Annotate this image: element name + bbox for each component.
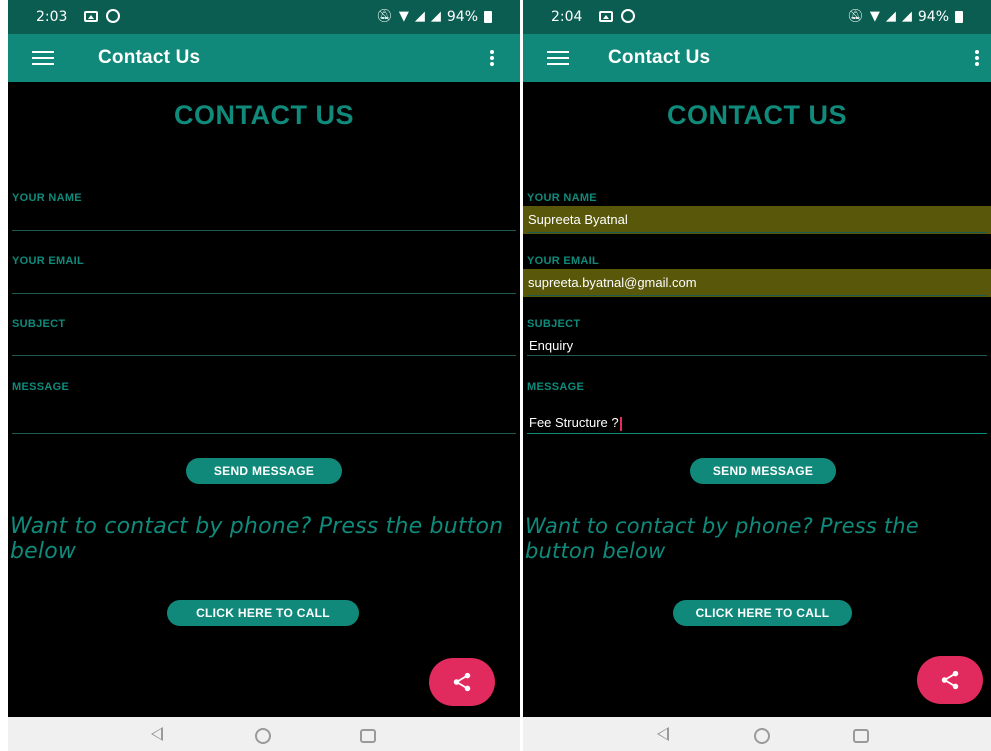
message-label: MESSAGE: [527, 381, 585, 393]
subject-label: SUBJECT: [527, 318, 581, 330]
subject-underline: [527, 355, 987, 356]
home-icon[interactable]: [255, 728, 271, 744]
app-bar: Contact Us: [8, 34, 520, 82]
back-icon[interactable]: [151, 727, 163, 741]
name-underline: [12, 230, 516, 231]
wifi-icon: ▼: [869, 9, 880, 24]
send-message-button[interactable]: SEND MESSAGE: [690, 458, 836, 484]
name-label: YOUR NAME: [527, 192, 597, 204]
subject-underline: [12, 355, 516, 356]
phone-contact-prompt: Want to contact by phone? Press the butt…: [10, 514, 504, 564]
name-underline: [527, 232, 987, 233]
navigation-bar: [523, 717, 991, 751]
email-underline: [527, 295, 987, 296]
battery-level: 94%: [446, 9, 478, 25]
status-time: 2:04: [551, 9, 583, 25]
image-icon: [599, 10, 613, 22]
app-bar-title: Contact Us: [608, 47, 711, 68]
battery-level: 94%: [917, 9, 949, 25]
email-label: YOUR EMAIL: [527, 255, 600, 267]
share-icon: [453, 672, 471, 692]
battery-icon: [955, 11, 963, 23]
overflow-menu-icon[interactable]: [490, 50, 494, 66]
phone-screen-left: 2:03 🔕︎ ▼ ◢ ◢ 94% Contact Us CONTACT US …: [8, 0, 520, 751]
email-underline: [12, 293, 516, 294]
recents-icon[interactable]: [360, 729, 376, 743]
menu-icon[interactable]: [547, 51, 569, 65]
share-icon: [941, 670, 959, 690]
page-heading: CONTACT US: [667, 100, 847, 130]
status-bar: 2:04 🔕︎ ▼ ◢ ◢ 94%: [523, 0, 991, 34]
name-input[interactable]: Supreeta Byatnal: [523, 206, 991, 234]
back-icon[interactable]: [657, 727, 669, 741]
status-time: 2:03: [36, 9, 68, 25]
app-bar: Contact Us: [523, 34, 991, 82]
phone-screen-right: 2:04 🔕︎ ▼ ◢ ◢ 94% Contact Us CONTACT US …: [523, 0, 991, 751]
share-fab-button[interactable]: [429, 658, 495, 706]
message-underline: [527, 433, 987, 434]
overflow-menu-icon[interactable]: [975, 50, 979, 66]
share-fab-button[interactable]: [917, 656, 983, 704]
message-underline: [12, 433, 516, 434]
image-icon: [84, 10, 98, 22]
mute-icon: 🔕︎: [847, 9, 864, 24]
email-label: YOUR EMAIL: [12, 255, 85, 267]
text-cursor: [619, 416, 622, 431]
wifi-icon: ▼: [398, 9, 409, 24]
battery-icon: [484, 11, 492, 23]
send-message-button[interactable]: SEND MESSAGE: [186, 458, 342, 484]
message-label: MESSAGE: [12, 381, 70, 393]
menu-icon[interactable]: [32, 51, 54, 65]
signal-icon: ◢: [885, 9, 896, 24]
message-input[interactable]: [12, 408, 520, 436]
call-button[interactable]: CLICK HERE TO CALL: [167, 600, 359, 626]
signal-icon: ◢: [414, 9, 425, 24]
subject-label: SUBJECT: [12, 318, 66, 330]
status-bar: 2:03 🔕︎ ▼ ◢ ◢ 94%: [8, 0, 520, 34]
recents-icon[interactable]: [853, 729, 869, 743]
email-input[interactable]: supreeta.byatnal@gmail.com: [523, 269, 991, 297]
page-heading: CONTACT US: [174, 100, 354, 130]
signal-icon: ◢: [901, 9, 912, 24]
home-icon[interactable]: [754, 728, 770, 744]
name-label: YOUR NAME: [12, 192, 82, 204]
phone-contact-prompt: Want to contact by phone? Press the butt…: [525, 514, 919, 563]
navigation-bar: [8, 717, 520, 751]
call-button[interactable]: CLICK HERE TO CALL: [673, 600, 852, 626]
whatsapp-icon: [106, 9, 120, 23]
signal-icon: ◢: [430, 9, 441, 24]
app-bar-title: Contact Us: [98, 47, 201, 68]
message-text: Fee Structure ?: [529, 415, 619, 430]
mute-icon: 🔕︎: [376, 9, 393, 24]
whatsapp-icon: [621, 9, 635, 23]
